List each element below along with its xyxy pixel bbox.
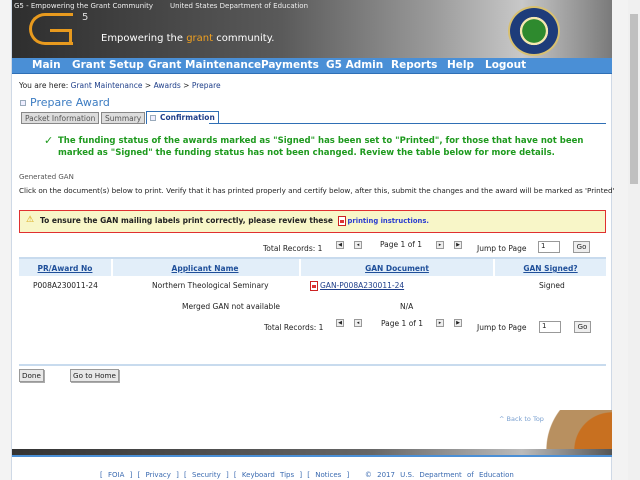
next-page-icon[interactable]: ▸ (436, 241, 444, 249)
warning-text: To ensure the GAN mailing labels print c… (40, 216, 336, 225)
section-label: Generated GAN (19, 173, 74, 181)
total-records: Total Records: 1 (263, 244, 323, 253)
copyright: © 2017 U.S. Department of Education (364, 471, 514, 479)
footer-foia[interactable]: FOIA (108, 471, 124, 479)
nav-grant-maintenance[interactable]: Grant Maintenance (148, 59, 261, 71)
go-button[interactable]: Go (573, 241, 590, 253)
nav-main[interactable]: Main (32, 59, 61, 71)
merged-gan-label: Merged GAN not available (182, 302, 281, 311)
footer-privacy[interactable]: Privacy (146, 471, 171, 479)
jump-label: Jump to Page (477, 323, 527, 332)
next-page-icon[interactable]: ▸ (436, 319, 444, 327)
tab-confirmation-label: Confirmation (160, 113, 215, 122)
award-no: P008A230011-24 (33, 281, 98, 290)
breadcrumb-awards[interactable]: Awards (154, 81, 181, 90)
footer-band (12, 449, 612, 457)
nav-g5-admin[interactable]: G5 Admin (326, 59, 383, 71)
nav-logout[interactable]: Logout (485, 59, 526, 71)
page-indicator: Page 1 of 1 (380, 240, 423, 249)
tab-summary[interactable]: Summary (101, 112, 146, 124)
title-icon (20, 100, 26, 106)
tagline-post: community. (213, 33, 275, 44)
instructions: Click on the document(s) below to print.… (19, 186, 615, 195)
col-applicant-name[interactable]: Applicant Name (113, 264, 297, 273)
prev-page-icon[interactable]: ◂ (354, 319, 362, 327)
last-page-icon[interactable]: ▶ (454, 241, 462, 249)
divider (19, 364, 606, 366)
footer-security[interactable]: Security (192, 471, 221, 479)
footer: [ FOIA ] [ Privacy ] [ Security ] [ Keyb… (100, 471, 514, 479)
done-button[interactable]: Done (19, 369, 44, 382)
col-gan-signed[interactable]: GAN Signed? (495, 264, 606, 273)
page-indicator: Page 1 of 1 (381, 319, 424, 328)
jump-page-input[interactable]: 1 (538, 241, 560, 253)
tagline-accent: grant (186, 33, 214, 44)
breadcrumb-sep: > (142, 81, 154, 90)
first-page-icon[interactable]: ◀ (336, 319, 344, 327)
warning-box: ⚠ To ensure the GAN mailing labels print … (19, 210, 606, 233)
nav-grant-setup[interactable]: Grant Setup (72, 59, 144, 71)
pager-bottom: Total Records: 1 ◀ ◂ Page 1 of 1 ▸ ▶ Jum… (0, 319, 640, 333)
warning-icon: ⚠ (26, 215, 35, 225)
gan-document-cell: GAN-P008A230011-24 (308, 281, 404, 291)
gan-document-link[interactable]: GAN-P008A230011-24 (320, 281, 404, 290)
printing-instructions-link[interactable]: printing instructions. (348, 217, 429, 225)
prev-page-icon[interactable]: ◂ (354, 241, 362, 249)
last-page-icon[interactable]: ▶ (454, 319, 462, 327)
g5-logo-bar (50, 29, 72, 45)
pdf-icon (337, 216, 346, 226)
main-nav: Main Grant Setup Grant Maintenance Payme… (12, 58, 612, 74)
breadcrumb-prepare: Prepare (191, 81, 221, 90)
pager-top: Total Records: 1 ◀ ◂ Page 1 of 1 ▸ ▶ Jum… (0, 240, 640, 255)
tagline-pre: Empowering the (101, 33, 187, 44)
gan-signed: Signed (539, 281, 565, 290)
merged-gan-value: N/A (400, 302, 414, 311)
page-title: Prepare Award (20, 96, 110, 109)
jump-page-input[interactable]: 1 (539, 321, 561, 333)
nav-reports[interactable]: Reports (391, 59, 437, 71)
nav-payments[interactable]: Payments (261, 59, 319, 71)
footer-keyboard-tips[interactable]: Keyboard Tips (242, 471, 294, 479)
page-title-text: Prepare Award (30, 96, 110, 109)
tab-underline (209, 123, 606, 124)
dept-logo-alt: United States Department of Education (170, 2, 309, 10)
tab-confirmation[interactable]: Confirmation (146, 111, 219, 124)
table-header: PR/Award No Applicant Name GAN Document … (19, 257, 606, 276)
go-to-home-button[interactable]: Go to Home (70, 369, 119, 382)
tab-packet-information[interactable]: Packet Information (21, 112, 100, 124)
g5-logo-alt: G5 - Empowering the Grant Community (14, 2, 154, 10)
tagline: Empowering the grant community. (101, 33, 274, 44)
footer-notices[interactable]: Notices (315, 471, 341, 479)
scrollbar-thumb[interactable] (630, 14, 638, 184)
breadcrumb-sep: > (180, 81, 192, 90)
tab-icon (150, 115, 156, 121)
nav-help[interactable]: Help (447, 59, 474, 71)
first-page-icon[interactable]: ◀ (336, 241, 344, 249)
breadcrumb-grant-maintenance[interactable]: Grant Maintenance (71, 81, 143, 90)
pdf-icon (310, 281, 318, 291)
breadcrumb-prefix: You are here: (19, 81, 71, 90)
applicant-name: Northern Theological Seminary (152, 281, 269, 290)
jump-label: Jump to Page (477, 244, 527, 253)
department-seal-icon (508, 6, 560, 56)
success-message: The funding status of the awards marked … (58, 136, 584, 158)
breadcrumb: You are here: Grant Maintenance > Awards… (19, 81, 221, 90)
total-records: Total Records: 1 (264, 323, 324, 332)
logo-sup: 5 (82, 12, 89, 23)
col-gan-document[interactable]: GAN Document (301, 264, 493, 273)
back-to-top-link[interactable]: ^ Back to Top (499, 415, 544, 423)
col-award-no[interactable]: PR/Award No (19, 264, 111, 273)
go-button[interactable]: Go (574, 321, 591, 333)
